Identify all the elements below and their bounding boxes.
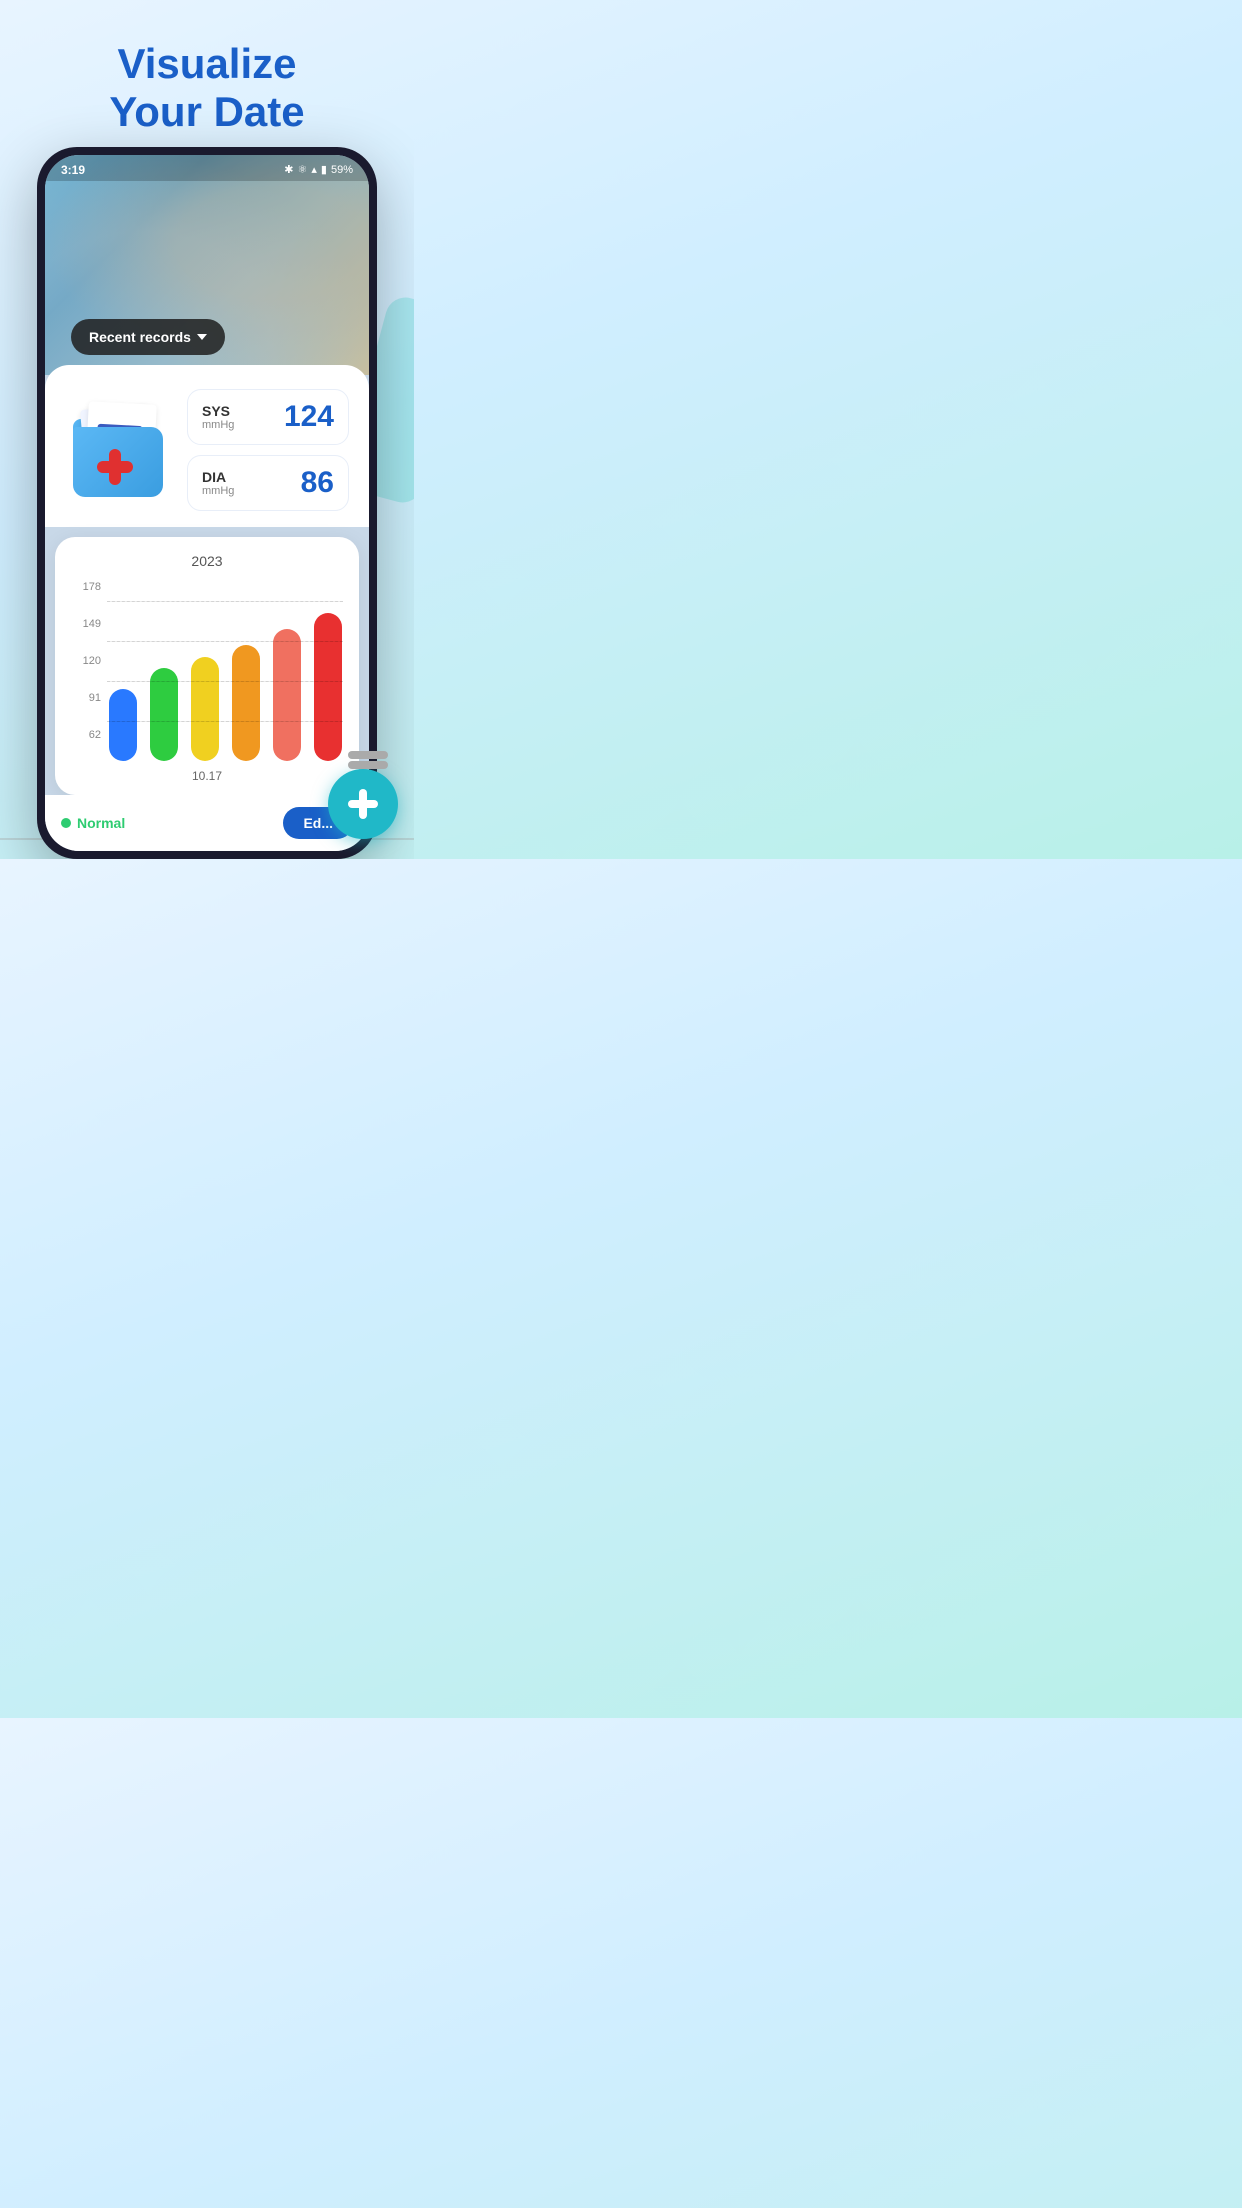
- screen-background: Recent records: [45, 155, 369, 375]
- normal-indicator: Normal: [61, 815, 125, 831]
- bar-1-wrapper: [107, 601, 138, 761]
- status-bar: 3:19 ✱ ⚛ ▴ ▮ 59%: [45, 155, 369, 181]
- vibrate-icon: ⚛: [298, 163, 308, 176]
- bars-container: [107, 601, 343, 761]
- add-record-fab[interactable]: [328, 769, 398, 839]
- y-label-91: 91: [71, 692, 101, 704]
- grid-line-2: [107, 641, 343, 642]
- chart-year: 2023: [71, 553, 343, 569]
- bar-6-wrapper: [312, 601, 343, 761]
- bar-1: [109, 689, 137, 761]
- fab-cross-vertical: [359, 789, 367, 819]
- phone-screen: 3:19 ✱ ⚛ ▴ ▮ 59% Recent records: [45, 155, 369, 851]
- dia-stat-box: DIA mmHg 86: [187, 455, 349, 511]
- grid-line-3: [107, 681, 343, 682]
- normal-label: Normal: [77, 815, 125, 831]
- y-axis: 178 149 120 91 62: [71, 581, 101, 741]
- status-time: 3:19: [61, 163, 85, 177]
- dia-unit: mmHg: [202, 485, 234, 497]
- cross-vertical: [109, 449, 121, 485]
- chevron-down-icon: [197, 334, 207, 340]
- chart-x-label: 10.17: [71, 769, 343, 783]
- y-label-62: 62: [71, 729, 101, 741]
- bar-2-wrapper: [148, 601, 179, 761]
- fab-container: [328, 769, 398, 839]
- medical-folder-icon: [65, 395, 175, 505]
- green-dot-icon: [61, 818, 71, 828]
- signal-icon: ▮: [321, 163, 327, 176]
- main-card: SYS mmHg 124 DIA mmHg 86: [45, 365, 369, 527]
- sys-label-group: SYS mmHg: [202, 403, 234, 431]
- status-icons: ✱ ⚛ ▴ ▮ 59%: [284, 163, 353, 176]
- clip-bar-1: [348, 751, 388, 759]
- grid-line-1: [107, 601, 343, 602]
- clipboard-icon: [343, 749, 393, 779]
- battery-icon: 59%: [331, 164, 353, 176]
- bar-5: [273, 629, 301, 760]
- chart-area: 178 149 120 91 62: [71, 581, 343, 761]
- recent-records-button[interactable]: Recent records: [71, 319, 225, 355]
- y-label-178: 178: [71, 581, 101, 593]
- dia-label: DIA: [202, 469, 234, 485]
- dia-label-group: DIA mmHg: [202, 469, 234, 497]
- sys-label: SYS: [202, 403, 234, 419]
- y-label-149: 149: [71, 618, 101, 630]
- sys-value: 124: [284, 400, 334, 434]
- bar-3: [191, 657, 219, 761]
- folder-body: [73, 427, 163, 497]
- hero-section: Visualize Your Date: [0, 0, 414, 147]
- y-label-120: 120: [71, 655, 101, 667]
- bar-6: [314, 613, 342, 760]
- dia-value: 86: [301, 466, 334, 500]
- hero-title-line1: Visualize: [20, 40, 394, 88]
- medical-cross-icon: [97, 449, 133, 485]
- bar-3-wrapper: [189, 601, 220, 761]
- card-content: SYS mmHg 124 DIA mmHg 86: [65, 389, 349, 511]
- stats-column: SYS mmHg 124 DIA mmHg 86: [187, 389, 349, 511]
- sys-stat-box: SYS mmHg 124: [187, 389, 349, 445]
- wifi-icon: ▴: [311, 163, 317, 176]
- hero-title-line2: Your Date: [20, 88, 394, 136]
- phone-mockup: 3:19 ✱ ⚛ ▴ ▮ 59% Recent records: [37, 147, 377, 859]
- chart-card: 2023 178 149 120 91 62: [55, 537, 359, 795]
- grid-lines: [107, 601, 343, 761]
- bar-5-wrapper: [271, 601, 302, 761]
- sys-unit: mmHg: [202, 419, 234, 431]
- fab-cross: [348, 789, 378, 819]
- bar-4: [232, 645, 260, 760]
- bottom-indicators: Normal Ed...: [45, 795, 369, 851]
- bar-4-wrapper: [230, 601, 261, 761]
- bar-2: [150, 668, 178, 761]
- bluetooth-icon: ✱: [284, 163, 293, 176]
- clip-bar-2: [348, 761, 388, 769]
- grid-line-4: [107, 721, 343, 722]
- recent-records-label: Recent records: [89, 329, 191, 345]
